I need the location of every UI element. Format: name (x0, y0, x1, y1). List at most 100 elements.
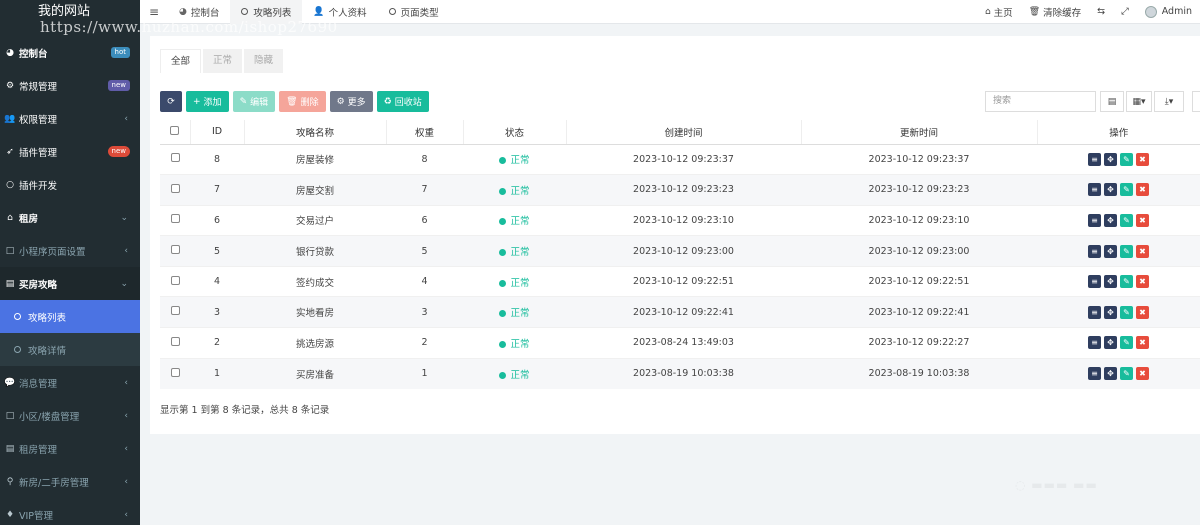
row-edit-button[interactable]: ✎ (1120, 305, 1133, 319)
row-edit-button[interactable]: ✎ (1120, 367, 1133, 381)
sidebar-item-buy-guide[interactable]: ▤ 买房攻略 ⌄ (0, 267, 140, 300)
drag-sort-button[interactable]: ✥ (1104, 152, 1117, 166)
sidebar-item-general[interactable]: ⚙ 常规管理 new (0, 69, 140, 102)
row-edit-button[interactable]: ✎ (1120, 152, 1133, 166)
status-badge[interactable]: 正常 (510, 278, 529, 289)
detail-button[interactable]: ≡ (1088, 305, 1101, 319)
sidebar-item-guide-detail[interactable]: 攻略详情 (0, 333, 140, 366)
export-button[interactable]: ⤓▾ (1154, 91, 1184, 112)
sidebar-item-rent[interactable]: ⌂ 租房 ⌄ (0, 201, 140, 234)
table-row[interactable]: 3 实地看房 3 正常 2023-10-12 09:22:41 2023-10-12 09… (160, 296, 1200, 328)
edit-button[interactable]: ✎ 编辑 (232, 91, 276, 112)
table-row[interactable]: 6 交易过户 6 正常 2023-10-12 09:23:10 2023-10-12 09… (160, 204, 1200, 236)
status-badge[interactable]: 正常 (510, 155, 529, 166)
select-all-checkbox[interactable] (170, 125, 180, 135)
status-badge[interactable]: 正常 (510, 370, 529, 381)
hamburger-menu-icon[interactable]: ≡ (140, 5, 168, 19)
site-logo[interactable]: 我的网站 (0, 0, 140, 36)
col-weight[interactable]: 权重 (386, 120, 464, 145)
detail-button[interactable]: ≡ (1088, 152, 1101, 166)
sidebar-item-rent-manage[interactable]: ▤ 租房管理 ‹ (0, 432, 140, 465)
drag-sort-button[interactable]: ✥ (1104, 244, 1117, 258)
row-edit-button[interactable]: ✎ (1120, 336, 1133, 350)
search-input[interactable]: 搜索 (985, 91, 1096, 112)
row-delete-button[interactable]: ✖ (1136, 183, 1149, 197)
drag-sort-button[interactable]: ✥ (1104, 183, 1117, 197)
row-checkbox[interactable] (170, 336, 180, 346)
row-edit-button[interactable]: ✎ (1120, 244, 1133, 258)
row-delete-button[interactable]: ✖ (1136, 367, 1149, 381)
table-row[interactable]: 2 挑选房源 2 正常 2023-08-24 13:49:03 2023-10-12 09… (160, 327, 1200, 359)
tab-page-type[interactable]: 页面类型 (378, 0, 450, 24)
status-badge[interactable]: 正常 (510, 308, 529, 319)
language-button[interactable]: ⇆ (1089, 6, 1113, 17)
sidebar-item-auth[interactable]: 👥 权限管理 ‹ (0, 102, 140, 135)
drag-sort-button[interactable]: ✥ (1104, 213, 1117, 227)
row-edit-button[interactable]: ✎ (1120, 275, 1133, 289)
row-checkbox[interactable] (170, 245, 180, 255)
col-created[interactable]: 创建时间 (566, 120, 802, 145)
add-button[interactable]: + 添加 (186, 91, 229, 112)
row-checkbox[interactable] (170, 183, 180, 193)
row-delete-button[interactable]: ✖ (1136, 152, 1149, 166)
table-row[interactable]: 7 房屋交割 7 正常 2023-10-12 09:23:23 2023-10-12 09… (160, 174, 1200, 206)
row-delete-button[interactable]: ✖ (1136, 213, 1149, 227)
drag-sort-button[interactable]: ✥ (1104, 305, 1117, 319)
row-edit-button[interactable]: ✎ (1120, 183, 1133, 197)
more-button[interactable]: ⚙ 更多 (329, 91, 373, 112)
row-edit-button[interactable]: ✎ (1120, 213, 1133, 227)
col-id[interactable]: ID (190, 120, 245, 145)
sidebar-item-guide-list[interactable]: 攻略列表 (0, 300, 140, 333)
sidebar-item-house-manage[interactable]: ⚲ 新房/二手房管理 ‹ (0, 465, 140, 498)
table-row[interactable]: 5 银行贷款 5 正常 2023-10-12 09:23:00 2023-10-12 09… (160, 235, 1200, 267)
sidebar-item-message[interactable]: 💬 消息管理 ‹ (0, 366, 140, 399)
col-updated[interactable]: 更新时间 (801, 120, 1038, 145)
status-badge[interactable]: 正常 (510, 247, 529, 258)
tab-dashboard[interactable]: ◕ 控制台 (168, 0, 230, 24)
row-delete-button[interactable]: ✖ (1136, 305, 1149, 319)
filter-normal[interactable]: 正常 (203, 49, 243, 73)
detail-button[interactable]: ≡ (1088, 336, 1101, 350)
row-delete-button[interactable]: ✖ (1136, 244, 1149, 258)
search-toggle-button[interactable] (1192, 91, 1200, 112)
status-badge[interactable]: 正常 (510, 339, 529, 350)
sidebar-item-dashboard[interactable]: ◕ 控制台 hot (0, 36, 140, 69)
home-link[interactable]: ⌂ 主页 (977, 5, 1021, 19)
refresh-button[interactable]: ⟳ (160, 91, 182, 112)
row-checkbox[interactable] (170, 275, 180, 285)
drag-sort-button[interactable]: ✥ (1104, 336, 1117, 350)
detail-button[interactable]: ≡ (1088, 367, 1101, 381)
columns-button[interactable]: ▦▾ (1126, 91, 1152, 112)
col-status[interactable]: 状态 (463, 120, 567, 145)
row-checkbox[interactable] (170, 306, 180, 316)
detail-button[interactable]: ≡ (1088, 275, 1101, 289)
status-badge[interactable]: 正常 (510, 216, 529, 227)
table-row[interactable]: 1 买房准备 1 正常 2023-08-19 10:03:38 2023-08-19 10… (160, 357, 1200, 389)
sidebar-item-community[interactable]: □ 小区/楼盘管理 ‹ (0, 399, 140, 432)
row-delete-button[interactable]: ✖ (1136, 275, 1149, 289)
user-menu[interactable]: Admin (1137, 5, 1200, 18)
detail-button[interactable]: ≡ (1088, 244, 1101, 258)
filter-all[interactable]: 全部 (160, 49, 202, 73)
sidebar-item-miniapp[interactable]: □ 小程序页面设置 ‹ (0, 234, 140, 267)
col-name[interactable]: 攻略名称 (244, 120, 387, 145)
drag-sort-button[interactable]: ✥ (1104, 367, 1117, 381)
tab-profile[interactable]: 👤 个人资料 (302, 0, 377, 24)
tab-guide-list[interactable]: 攻略列表 (230, 0, 303, 24)
delete-button[interactable]: 🗑 删除 (279, 91, 326, 112)
drag-sort-button[interactable]: ✥ (1104, 275, 1117, 289)
sidebar-item-addon-dev[interactable]: ○ 插件开发 (0, 168, 140, 201)
row-checkbox[interactable] (170, 153, 180, 163)
toggle-view-button[interactable]: ▤ (1100, 91, 1124, 112)
status-badge[interactable]: 正常 (510, 186, 529, 197)
sidebar-item-vip[interactable]: ♦ VIP管理 ‹ (0, 498, 140, 525)
table-row[interactable]: 8 房屋装修 8 正常 2023-10-12 09:23:37 2023-10-12 09… (160, 143, 1200, 175)
row-checkbox[interactable] (170, 214, 180, 224)
recycle-bin-button[interactable]: ♻ 回收站 (376, 91, 429, 112)
table-row[interactable]: 4 签约成交 4 正常 2023-10-12 09:22:51 2023-10-12 09… (160, 265, 1200, 297)
detail-button[interactable]: ≡ (1088, 183, 1101, 197)
row-delete-button[interactable]: ✖ (1136, 336, 1149, 350)
sidebar-item-addons[interactable]: ➶ 插件管理 new (0, 135, 140, 168)
fullscreen-button[interactable]: ⤢ (1113, 6, 1137, 17)
detail-button[interactable]: ≡ (1088, 213, 1101, 227)
